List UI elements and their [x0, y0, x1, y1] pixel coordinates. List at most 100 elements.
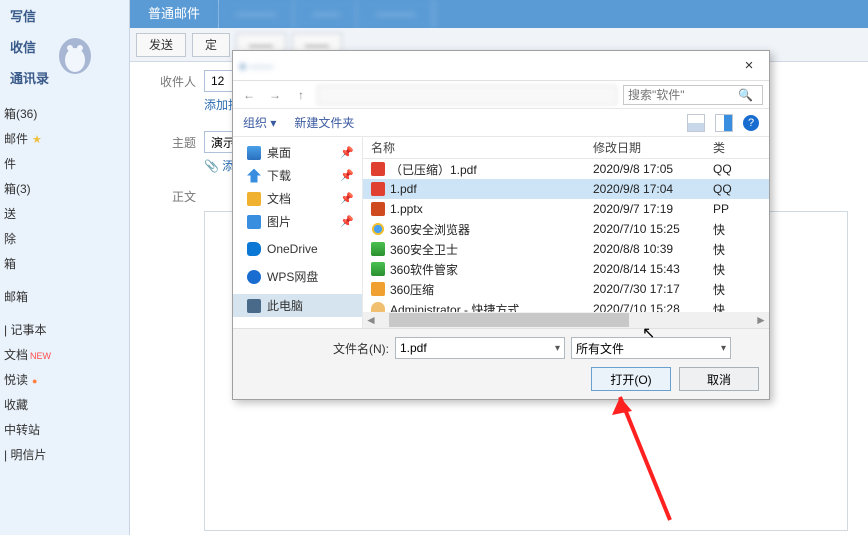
sidebar-item[interactable]: 件 — [0, 151, 129, 176]
file-type: 快 — [713, 281, 753, 298]
file-icon — [371, 262, 385, 276]
chevron-down-icon[interactable]: ▾ — [555, 343, 560, 354]
open-button[interactable]: 打开(O) — [591, 367, 671, 391]
preview-icon[interactable] — [715, 114, 733, 132]
tree-item-文档[interactable]: 文档 📌 — [233, 187, 362, 210]
folder-icon — [247, 299, 261, 313]
tree-label: 下载 — [267, 167, 291, 184]
col-date[interactable]: 修改日期 — [593, 139, 713, 156]
send-button[interactable]: 发送 — [136, 33, 186, 57]
pin-icon: 📌 — [340, 192, 354, 205]
close-icon[interactable]: × — [735, 57, 763, 74]
tree-item-OneDrive[interactable]: OneDrive — [233, 239, 362, 259]
sidebar-item[interactable]: 送 — [0, 201, 129, 226]
compose-tabs: 普通邮件 ——— —— ——— — [130, 0, 868, 28]
file-date: 2020/9/8 17:05 — [593, 162, 713, 176]
dialog-titlebar: ● —— × — [233, 51, 769, 81]
list-header: 名称 修改日期 类 — [363, 137, 769, 159]
sidebar-tool[interactable]: 收藏 — [0, 392, 129, 417]
help-icon[interactable]: ? — [743, 115, 759, 131]
file-type: 快 — [713, 241, 753, 258]
organize-menu[interactable]: 组织 ▾ — [243, 114, 276, 131]
file-row[interactable]: 360安全卫士2020/8/8 10:39快 — [363, 239, 769, 259]
file-name: 1.pptx — [390, 202, 423, 216]
tree-item-桌面[interactable]: 桌面📌 — [233, 141, 362, 164]
search-icon[interactable]: 🔍 — [738, 88, 753, 102]
file-row[interactable]: Administrator - 快捷方式 2020/7/10 15:28快 — [363, 299, 769, 312]
search-box[interactable]: 🔍 — [623, 85, 763, 105]
file-row[interactable]: 360软件管家2020/8/14 15:43快 — [363, 259, 769, 279]
sidebar-item[interactable]: 箱 — [0, 251, 129, 276]
nav-fwd-icon[interactable]: → — [265, 88, 285, 102]
file-date: 2020/7/10 15:28 — [593, 302, 713, 312]
scroll-left-icon[interactable]: ◄ — [363, 313, 379, 327]
file-list: 名称 修改日期 类 （已压缩）1.pdf2020/9/8 17:05QQ1.pd… — [363, 137, 769, 328]
schedule-button[interactable]: 定 — [192, 33, 230, 57]
sidebar-tool[interactable]: | 记事本 — [0, 317, 129, 342]
inbox-folder[interactable]: 箱(36) — [0, 101, 129, 126]
pin-icon: 📌 — [340, 169, 354, 182]
paperclip-icon: 📎 — [204, 159, 219, 173]
scroll-right-icon[interactable]: ► — [753, 313, 769, 327]
nav-back-icon[interactable]: ← — [239, 88, 259, 102]
tree-label: WPS网盘 — [267, 268, 318, 285]
tree-item-网络[interactable]: 网络 — [233, 323, 362, 328]
sidebar-tool[interactable]: | 明信片 — [0, 442, 129, 467]
sidebar-tool[interactable]: 文档NEW — [0, 342, 129, 367]
tab-blurred[interactable]: ——— — [219, 0, 295, 28]
col-type[interactable]: 类 — [713, 139, 753, 156]
dialog-title-blurred: ● —— — [239, 59, 735, 73]
dialog-toolbar: 组织 ▾ 新建文件夹 ? — [233, 109, 769, 137]
tab-blurred[interactable]: —— — [295, 0, 358, 28]
tab-normal-mail[interactable]: 普通邮件 — [130, 0, 219, 28]
file-name: 360软件管家 — [390, 261, 458, 278]
folder-icon — [247, 169, 261, 183]
penguin-logo — [50, 26, 100, 76]
sidebar-item[interactable]: 箱(3) — [0, 176, 129, 201]
file-type: 快 — [713, 301, 753, 313]
file-row[interactable]: （已压缩）1.pdf2020/9/8 17:05QQ — [363, 159, 769, 179]
file-date: 2020/8/14 15:43 — [593, 262, 713, 276]
col-name[interactable]: 名称 — [363, 139, 593, 156]
filter-combo[interactable]: 所有文件▾ — [571, 337, 731, 359]
mail-sidebar: 写信 收信 通讯录 箱(36) 邮件 件 箱(3) 送 除 箱 邮箱 | 记事本… — [0, 0, 130, 535]
sidebar-tool[interactable]: 中转站 — [0, 417, 129, 442]
file-name: Administrator - 快捷方式 — [390, 301, 519, 313]
tree-item-WPS网盘[interactable]: WPS网盘 — [233, 265, 362, 288]
file-row[interactable]: 360压缩2020/7/30 17:17快 — [363, 279, 769, 299]
sidebar-item[interactable]: 邮件 — [0, 126, 129, 151]
tab-blurred[interactable]: ——— — [358, 0, 434, 28]
file-row[interactable]: 1.pdf2020/9/8 17:04QQ — [363, 179, 769, 199]
nav-up-icon[interactable]: ↑ — [291, 88, 311, 102]
file-date: 2020/7/10 15:25 — [593, 222, 713, 236]
chevron-down-icon[interactable]: ▾ — [721, 343, 726, 354]
folder-icon — [247, 215, 261, 229]
search-input[interactable] — [628, 88, 738, 102]
tree-label: 文档 — [267, 190, 291, 207]
file-date: 2020/7/30 17:17 — [593, 282, 713, 296]
file-icon — [371, 182, 385, 196]
horizontal-scrollbar[interactable]: ◄ ► — [363, 312, 769, 328]
tree-item-图片[interactable]: 图片📌 — [233, 210, 362, 233]
cancel-button[interactable]: 取消 — [679, 367, 759, 391]
folder-icon — [247, 328, 261, 329]
file-name: 360安全浏览器 — [390, 221, 470, 238]
sidebar-tool[interactable]: 悦读 — [0, 367, 129, 392]
filename-combo[interactable]: 1.pdf▾ — [395, 337, 565, 359]
file-row[interactable]: 360安全浏览器2020/7/10 15:25快 — [363, 219, 769, 239]
file-type: QQ — [713, 162, 753, 176]
sidebar-item[interactable]: 除 — [0, 226, 129, 251]
sidebar-other-mailbox[interactable]: 邮箱 — [0, 284, 129, 309]
filename-label: 文件名(N): — [333, 340, 389, 357]
tree-item-下载[interactable]: 下载 📌 — [233, 164, 362, 187]
pin-icon: 📌 — [340, 146, 354, 159]
breadcrumb-blurred[interactable] — [317, 85, 617, 105]
file-row[interactable]: 1.pptx2020/9/7 17:19PP — [363, 199, 769, 219]
tree-item-此电脑[interactable]: 此电脑 — [233, 294, 362, 317]
new-folder-button[interactable]: 新建文件夹 — [294, 114, 354, 131]
scroll-thumb[interactable] — [389, 313, 629, 327]
folder-tree: 桌面📌 下载 📌 文档 📌 图片📌 OneDrive WPS网盘此电脑网络 — [233, 137, 363, 328]
folder-icon — [247, 242, 261, 256]
folder-icon — [247, 270, 261, 284]
view-icon[interactable] — [687, 114, 705, 132]
